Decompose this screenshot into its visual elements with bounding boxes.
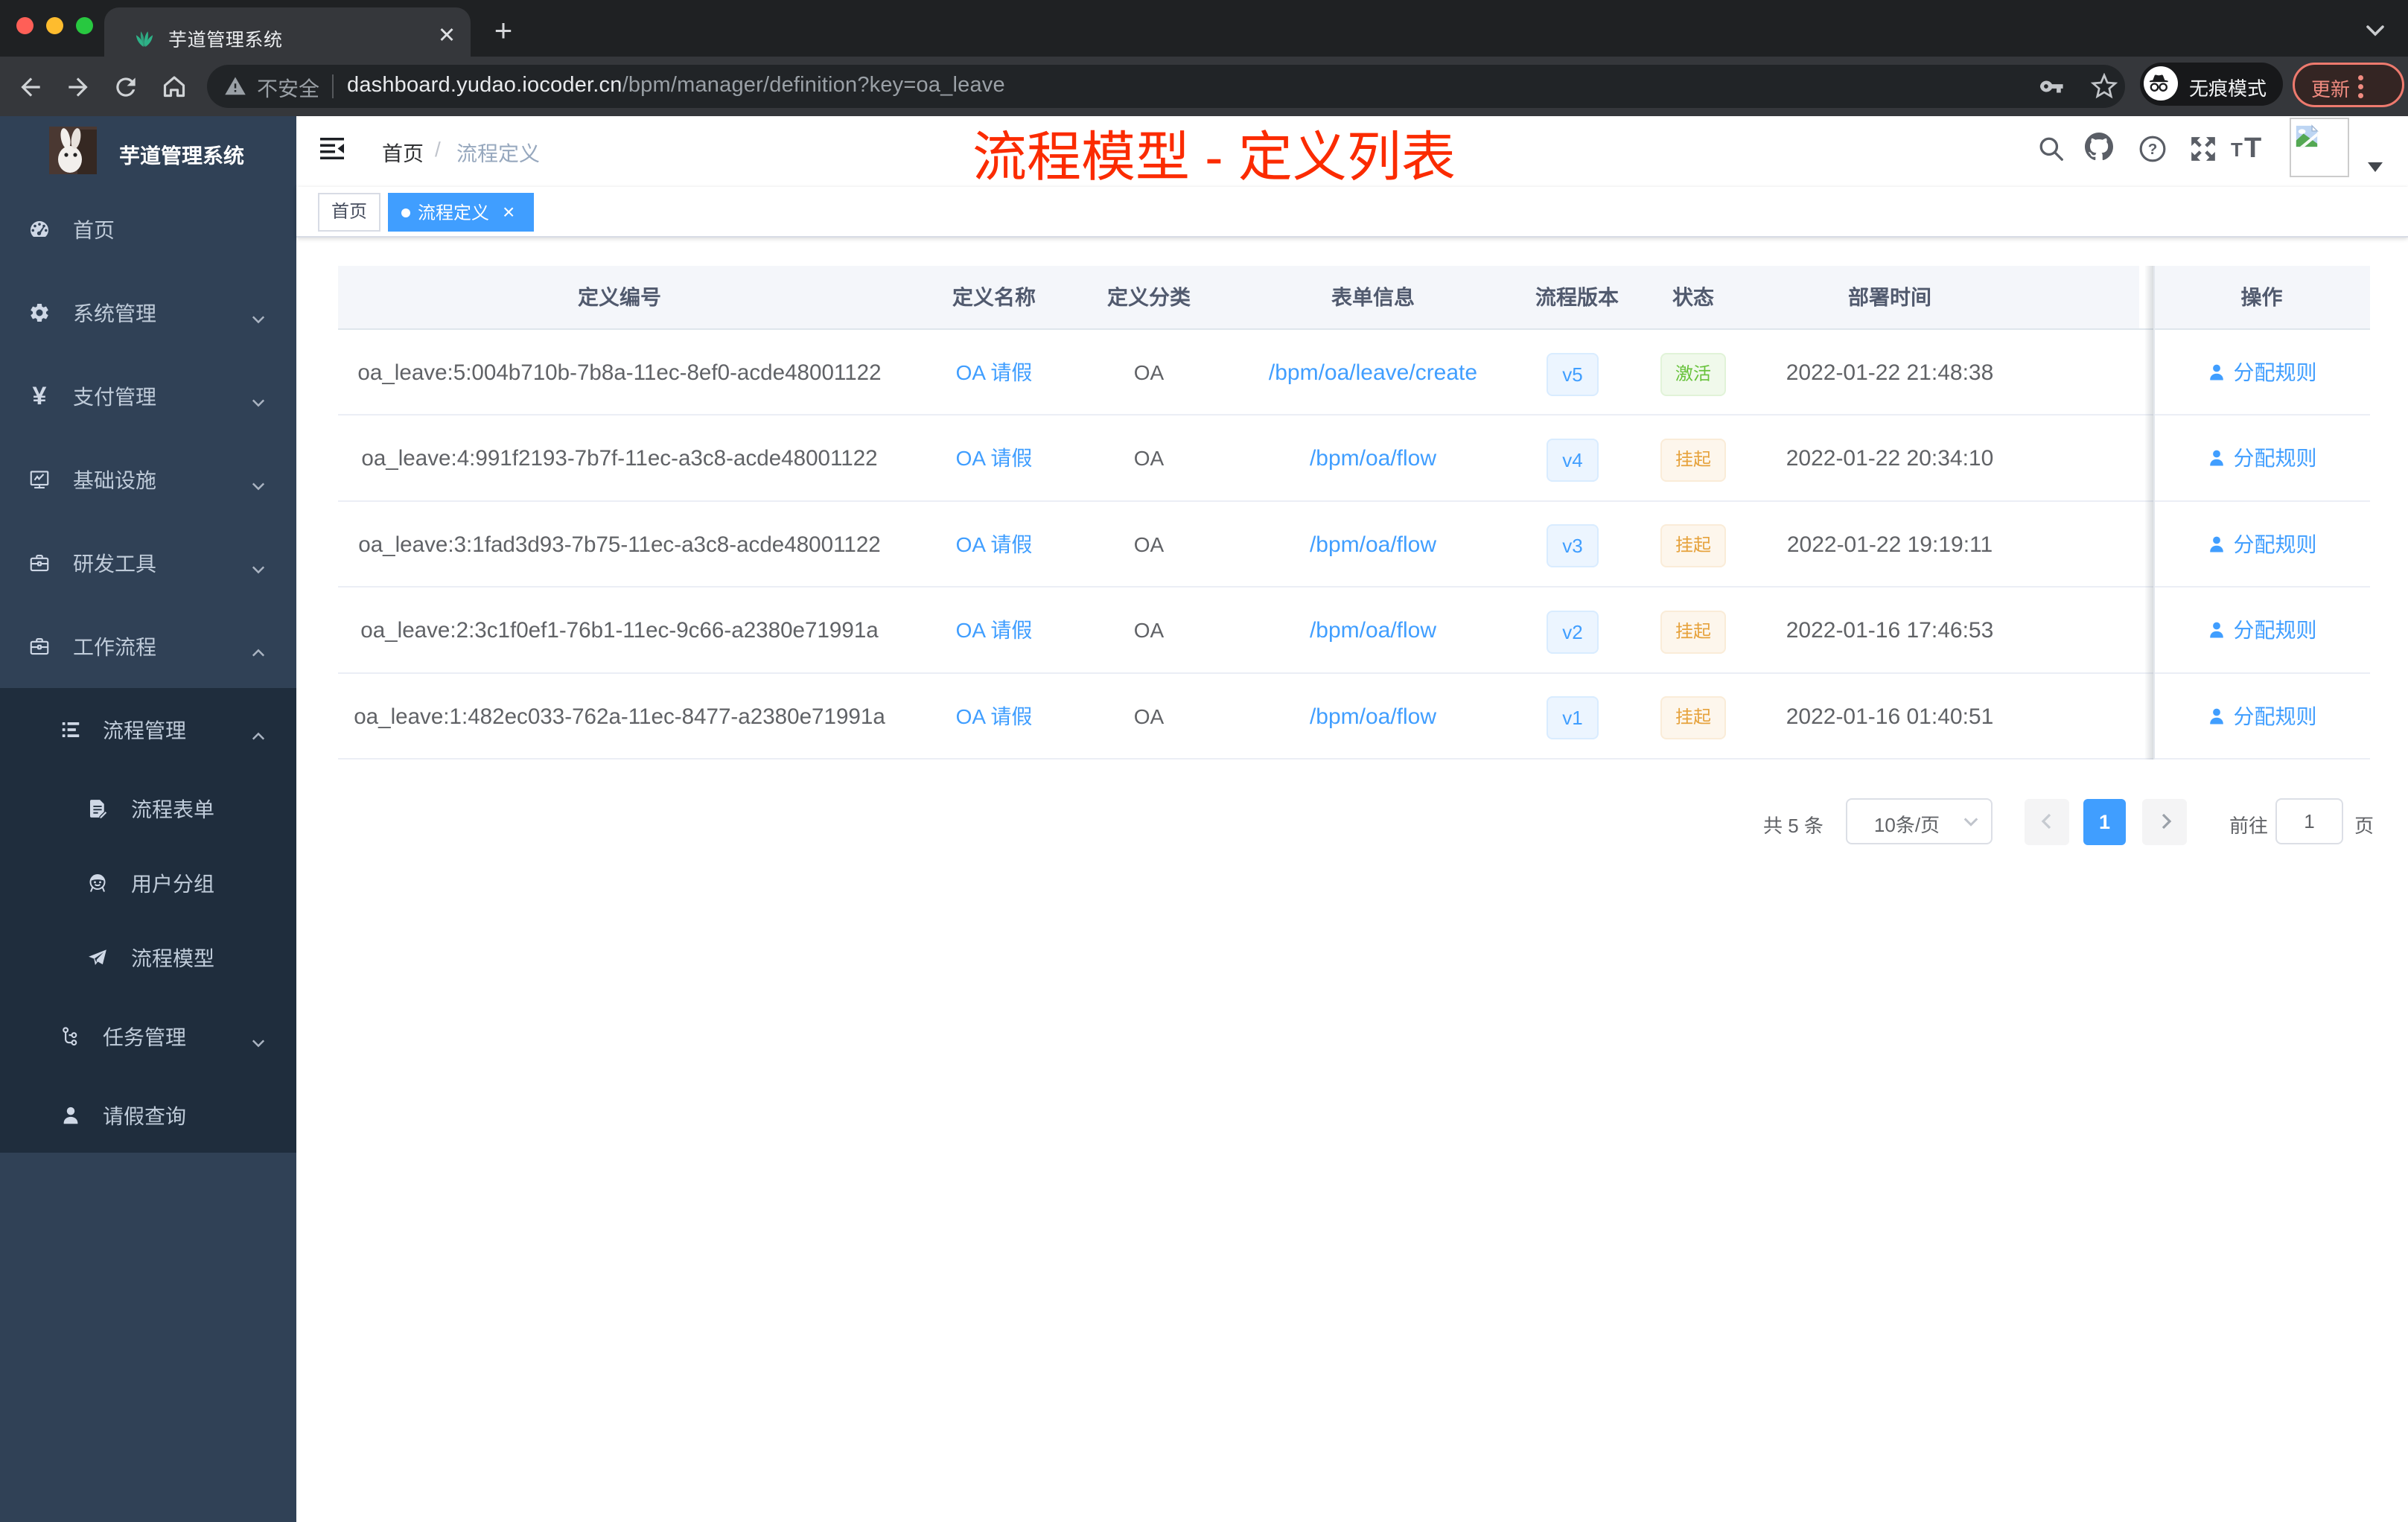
svg-text:?: ? (2148, 141, 2158, 158)
